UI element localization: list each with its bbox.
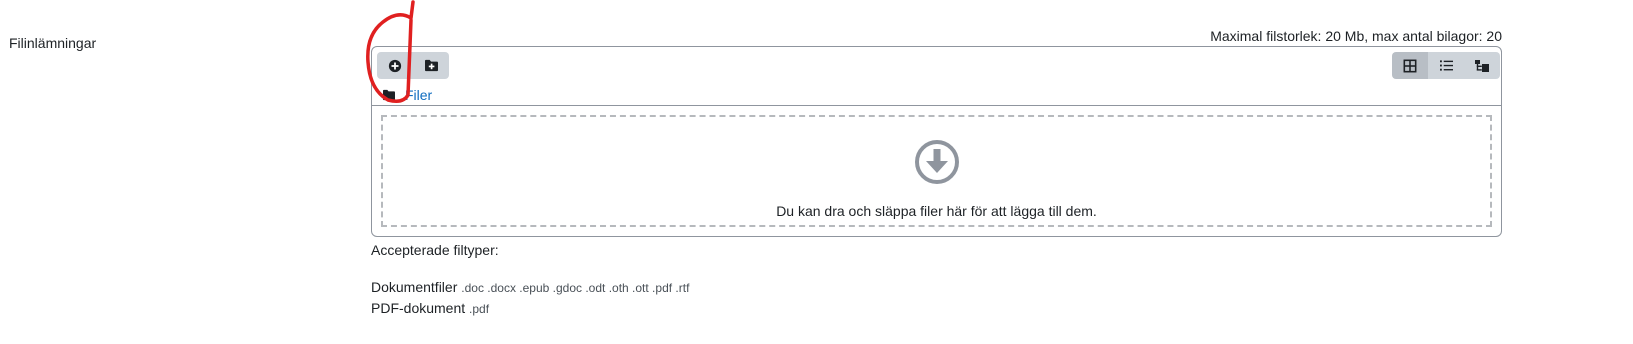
accepted-type-row: PDF-dokument .pdf bbox=[371, 300, 489, 316]
file-actions-group bbox=[377, 52, 449, 79]
folder-plus-icon bbox=[424, 59, 438, 72]
tree-icon bbox=[1475, 59, 1489, 72]
file-submission-form: Filinlämningar Maximal filstorlek: 20 Mb… bbox=[0, 0, 1633, 344]
max-file-info: Maximal filstorlek: 20 Mb, max antal bil… bbox=[1210, 28, 1502, 44]
grid-icon bbox=[1403, 59, 1417, 72]
accepted-type-row: Dokumentfiler .doc .docx .epub .gdoc .od… bbox=[371, 279, 689, 295]
view-mode-group bbox=[1392, 52, 1500, 79]
dropzone-text: Du kan dra och släppa filer här för att … bbox=[776, 203, 1097, 219]
field-label: Filinlämningar bbox=[9, 35, 97, 51]
accepted-types-title: Accepterade filtyper: bbox=[371, 242, 499, 258]
add-file-button[interactable] bbox=[377, 52, 413, 79]
list-view-button[interactable] bbox=[1428, 52, 1464, 79]
file-manager-toolbar: Filer bbox=[372, 47, 1501, 105]
folder-icon bbox=[383, 89, 395, 101]
breadcrumb-root-link[interactable]: Filer bbox=[405, 87, 432, 103]
list-icon bbox=[1439, 60, 1453, 71]
arrow-down-circle-icon bbox=[914, 139, 960, 190]
type-name: Dokumentfiler bbox=[371, 279, 458, 295]
breadcrumb: Filer bbox=[382, 87, 432, 103]
type-extensions: .doc .docx .epub .gdoc .odt .oth .ott .p… bbox=[461, 281, 690, 295]
file-manager: Filer Du kan dra och släppa filer här fö… bbox=[371, 46, 1502, 237]
tree-view-button[interactable] bbox=[1464, 52, 1500, 79]
grid-view-button[interactable] bbox=[1392, 52, 1428, 79]
toolbar-divider bbox=[372, 105, 1501, 106]
dropzone[interactable]: Du kan dra och släppa filer här för att … bbox=[381, 115, 1492, 227]
type-extensions: .pdf bbox=[469, 302, 490, 316]
type-name: PDF-dokument bbox=[371, 300, 466, 316]
create-folder-button[interactable] bbox=[413, 52, 449, 79]
plus-circle-icon bbox=[388, 59, 402, 72]
